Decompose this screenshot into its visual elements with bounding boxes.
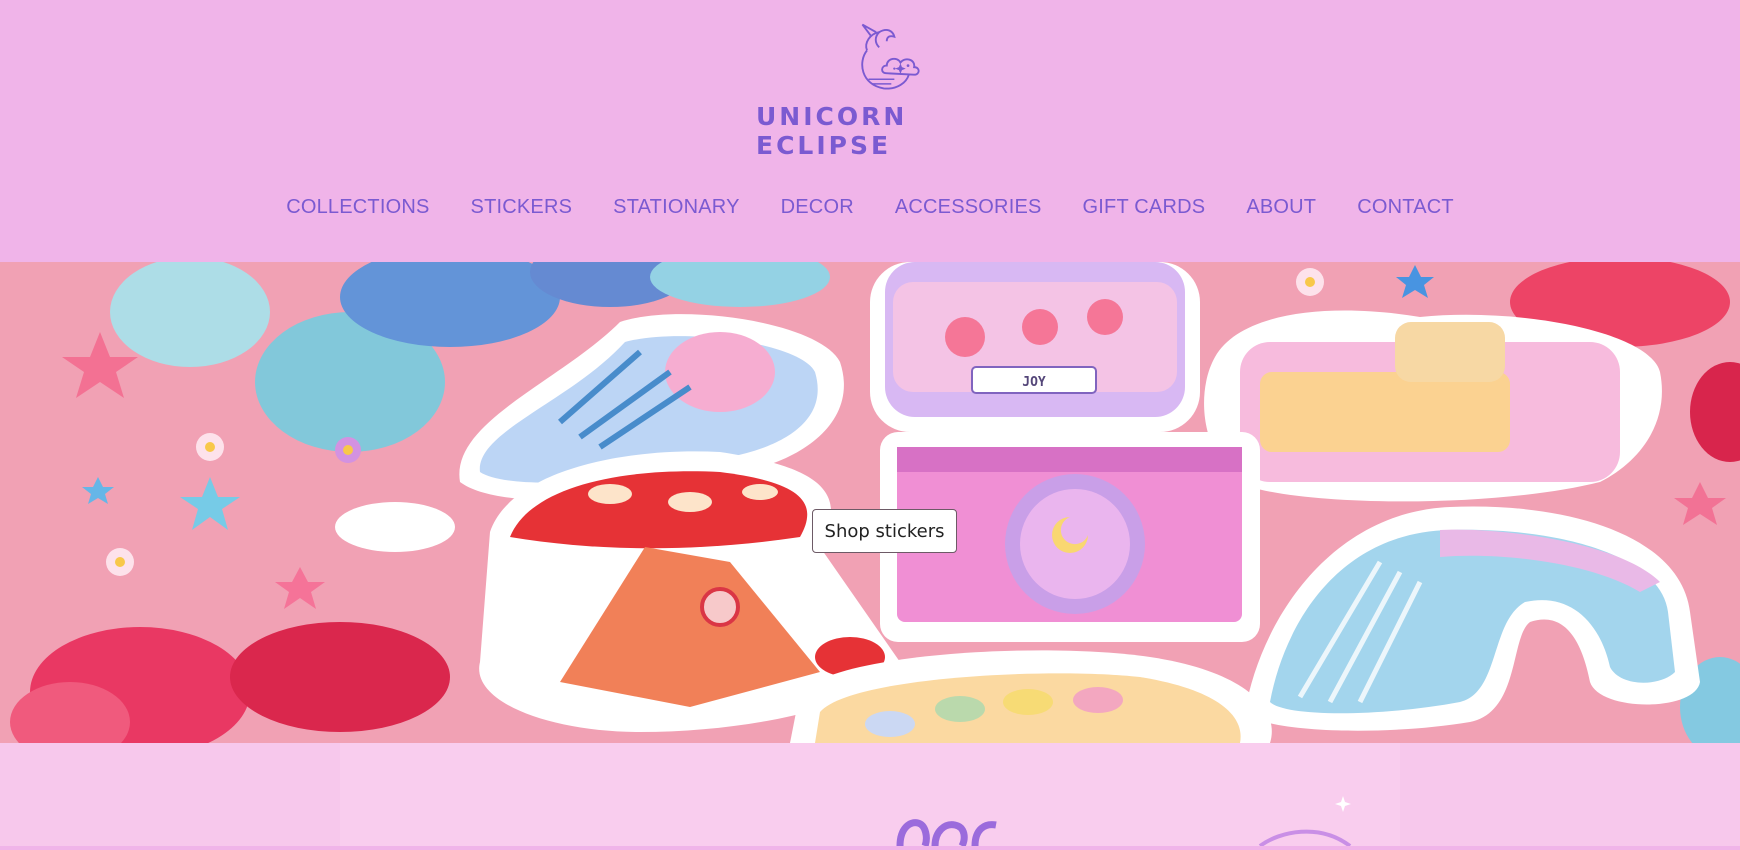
unicorn-moon-cloud-icon <box>861 23 920 90</box>
brand-logo-link[interactable]: UNICORN ECLIPSE <box>756 20 1016 160</box>
nav-item-about[interactable]: ABOUT <box>1246 196 1316 230</box>
next-section-decoration <box>340 743 1400 848</box>
nav-item-gift-cards[interactable]: GIFT CARDS <box>1083 196 1206 230</box>
next-section <box>0 743 1740 848</box>
nav-item-accessories[interactable]: ACCESSORIES <box>895 196 1042 230</box>
main-nav: COLLECTIONS STICKERS STATIONARY DECOR AC… <box>0 196 1740 230</box>
hero-banner: JOY <box>0 262 1740 743</box>
site-header: UNICORN ECLIPSE COLLECTIONS STICKERS STA… <box>0 0 1740 262</box>
nav-item-contact[interactable]: CONTACT <box>1357 196 1454 230</box>
hero-image: JOY <box>0 262 1740 743</box>
nav-item-decor[interactable]: DECOR <box>781 196 854 230</box>
nav-item-stationary[interactable]: STATIONARY <box>613 196 739 230</box>
shop-stickers-button[interactable]: Shop stickers <box>812 509 957 553</box>
nav-item-stickers[interactable]: STICKERS <box>471 196 573 230</box>
nav-item-collections[interactable]: COLLECTIONS <box>286 196 429 230</box>
brand-name: UNICORN ECLIPSE <box>756 102 908 160</box>
